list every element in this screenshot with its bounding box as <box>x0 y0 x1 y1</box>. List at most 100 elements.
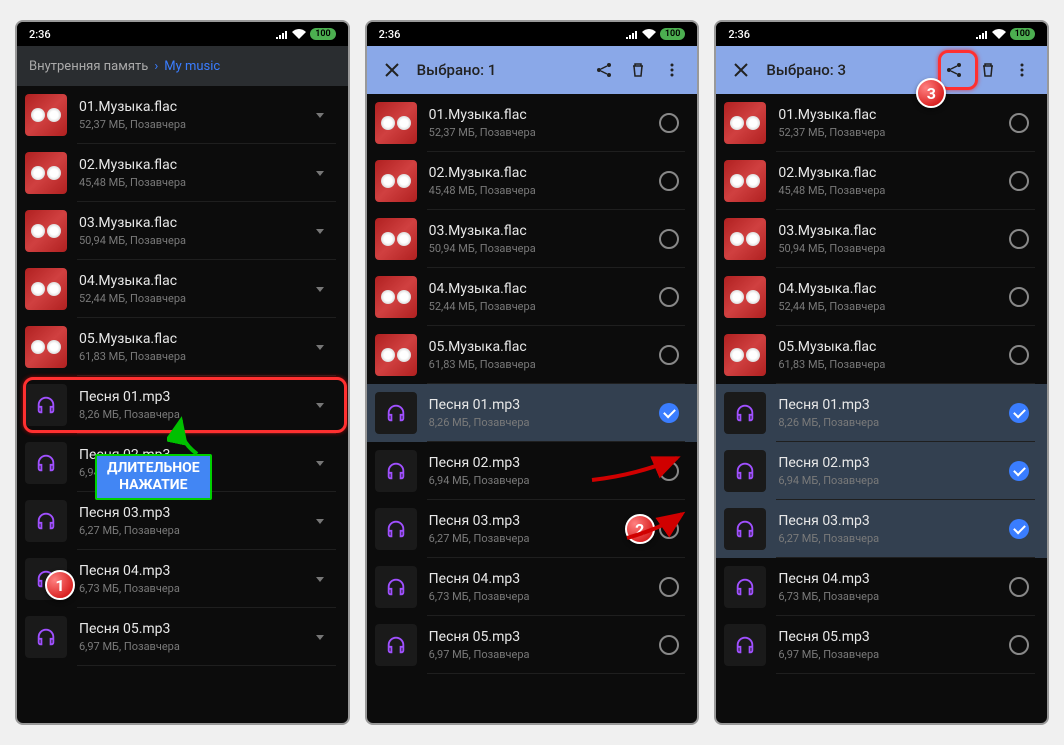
file-row[interactable]: Песня 01.mp38,26 МБ, Позавчера <box>367 384 698 442</box>
file-row[interactable]: Песня 05.mp36,97 МБ, Позавчера <box>367 616 698 674</box>
row-checkbox[interactable] <box>1003 345 1035 365</box>
row-checkbox[interactable] <box>653 519 685 539</box>
checkbox-empty-icon <box>659 577 679 597</box>
breadcrumb-root[interactable]: Внутренняя память <box>29 59 148 74</box>
row-menu-button[interactable] <box>304 113 336 118</box>
checkbox-empty-icon <box>659 287 679 307</box>
file-row[interactable]: Песня 03.mp36,27 МБ, Позавчера <box>716 500 1047 558</box>
row-checkbox[interactable] <box>653 171 685 191</box>
file-info: Песня 03.mp36,27 МБ, Позавчера <box>778 513 1003 545</box>
row-menu-button[interactable] <box>304 287 336 292</box>
row-menu-button[interactable] <box>304 635 336 640</box>
row-checkbox[interactable] <box>1003 287 1035 307</box>
file-meta: 61,83 МБ, Позавчера <box>79 350 304 363</box>
file-row[interactable]: Песня 02.mp36,94 МБ, Позавчера <box>716 442 1047 500</box>
phone-screen-1: 2:36 100 Внутренняя память › My music 01… <box>15 20 350 725</box>
file-row[interactable]: Песня 03.mp3 6,27 МБ, Позавчера <box>17 492 348 550</box>
row-checkbox[interactable] <box>653 113 685 133</box>
file-name: 04.Музыка.flac <box>429 281 654 298</box>
file-meta: 61,83 МБ, Позавчера <box>429 358 654 371</box>
file-name: Песня 03.mp3 <box>429 513 654 530</box>
file-row[interactable]: 01.Музыка.flac 52,37 МБ, Позавчера <box>367 94 698 152</box>
file-info: Песня 05.mp36,97 МБ, Позавчера <box>778 629 1003 661</box>
row-checkbox[interactable] <box>653 461 685 481</box>
file-row[interactable]: 04.Музыка.flac52,44 МБ, Позавчера <box>367 268 698 326</box>
more-button[interactable] <box>1005 53 1039 87</box>
file-meta: 6,27 МБ, Позавчера <box>429 532 654 545</box>
row-checkbox[interactable] <box>653 229 685 249</box>
more-button[interactable] <box>655 53 689 87</box>
file-row[interactable]: Песня 05.mp36,97 МБ, Позавчера <box>716 616 1047 674</box>
status-icons: 100 <box>276 28 335 40</box>
file-row[interactable]: Песня 05.mp36,97 МБ, Позавчера <box>17 608 348 666</box>
trash-icon <box>629 61 647 79</box>
row-checkbox[interactable] <box>1003 403 1035 423</box>
file-info: Песня 01.mp38,26 МБ, Позавчера <box>778 397 1003 429</box>
file-meta: 52,37 МБ, Позавчера <box>429 126 654 139</box>
file-row[interactable]: Песня 02.mp36,94 МБ, Позавчера <box>367 442 698 500</box>
share-button[interactable] <box>587 53 621 87</box>
file-info: Песня 04.mp36,73 МБ, Позавчера <box>79 563 304 595</box>
file-row[interactable]: 05.Музыка.flac61,83 МБ, Позавчера <box>17 318 348 376</box>
file-info: 03.Музыка.flac50,94 МБ, Позавчера <box>429 223 654 255</box>
file-meta: 6,27 МБ, Позавчера <box>79 524 304 537</box>
file-row[interactable]: 05.Музыка.flac61,83 МБ, Позавчера <box>716 326 1047 384</box>
file-row[interactable]: 01.Музыка.flac52,37 МБ, Позавчера <box>17 86 348 144</box>
wifi-icon <box>642 29 656 39</box>
share-icon <box>595 61 613 79</box>
breadcrumb-bar[interactable]: Внутренняя память › My music <box>17 46 348 86</box>
row-checkbox[interactable] <box>653 345 685 365</box>
delete-button[interactable] <box>621 53 655 87</box>
file-row[interactable]: 01.Музыка.flac52,37 МБ, Позавчера <box>716 94 1047 152</box>
file-row[interactable]: 03.Музыка.flac50,94 МБ, Позавчера <box>716 210 1047 268</box>
file-row[interactable]: 05.Музыка.flac61,83 МБ, Позавчера <box>367 326 698 384</box>
file-row[interactable]: 02.Музыка.flac45,48 МБ, Позавчера <box>367 152 698 210</box>
file-row[interactable]: 04.Музыка.flac52,44 МБ, Позавчера <box>17 260 348 318</box>
row-checkbox[interactable] <box>653 577 685 597</box>
file-row[interactable]: Песня 04.mp36,73 МБ, Позавчера <box>716 558 1047 616</box>
row-menu-button[interactable] <box>304 519 336 524</box>
file-name: 01.Музыка.flac <box>429 107 654 124</box>
file-row[interactable]: Песня 04.mp36,73 МБ, Позавчера <box>367 558 698 616</box>
album-art-thumb <box>25 210 67 252</box>
breadcrumb-current[interactable]: My music <box>164 59 220 74</box>
checkbox-empty-icon <box>659 461 679 481</box>
row-checkbox[interactable] <box>1003 229 1035 249</box>
file-row[interactable]: 03.Музыка.flac50,94 МБ, Позавчера <box>367 210 698 268</box>
wifi-icon <box>292 29 306 39</box>
headphone-icon <box>375 566 417 608</box>
row-checkbox[interactable] <box>653 403 685 423</box>
close-selection-button[interactable] <box>724 53 758 87</box>
row-menu-button[interactable] <box>304 345 336 350</box>
row-checkbox[interactable] <box>1003 577 1035 597</box>
row-menu-button[interactable] <box>304 171 336 176</box>
battery-indicator: 100 <box>310 28 335 40</box>
file-row[interactable]: Песня 01.mp38,26 МБ, Позавчера <box>716 384 1047 442</box>
phone-screen-2: 2:36 100 Выбрано: 1 01.Музыка.flac52,37 … <box>365 20 700 725</box>
row-checkbox[interactable] <box>1003 113 1035 133</box>
row-menu-button[interactable] <box>304 577 336 582</box>
file-meta: 6,73 МБ, Позавчера <box>429 590 654 603</box>
row-checkbox[interactable] <box>1003 171 1035 191</box>
file-row[interactable]: 02.Музыка.flac45,48 МБ, Позавчера <box>716 152 1047 210</box>
file-meta: 6,97 МБ, Позавчера <box>429 648 654 661</box>
file-name: Песня 01.mp3 <box>429 397 654 414</box>
file-row[interactable]: 02.Музыка.flac45,48 МБ, Позавчера <box>17 144 348 202</box>
close-selection-button[interactable] <box>375 53 409 87</box>
file-row[interactable]: 04.Музыка.flac52,44 МБ, Позавчера <box>716 268 1047 326</box>
album-art-thumb <box>375 160 417 202</box>
row-checkbox[interactable] <box>1003 461 1035 481</box>
row-menu-button[interactable] <box>304 229 336 234</box>
row-checkbox[interactable] <box>1003 635 1035 655</box>
file-meta: 52,37 МБ, Позавчера <box>778 126 1003 139</box>
file-info: Песня 02.mp36,94 МБ, Позавчера <box>429 455 654 487</box>
file-name: Песня 03.mp3 <box>79 505 304 522</box>
row-checkbox[interactable] <box>1003 519 1035 539</box>
file-row[interactable]: 03.Музыка.flac50,94 МБ, Позавчера <box>17 202 348 260</box>
battery-indicator: 100 <box>660 28 685 40</box>
battery-indicator: 100 <box>1010 28 1035 40</box>
row-checkbox[interactable] <box>653 635 685 655</box>
row-menu-button[interactable] <box>304 461 336 466</box>
file-info: 05.Музыка.flac61,83 МБ, Позавчера <box>429 339 654 371</box>
row-checkbox[interactable] <box>653 287 685 307</box>
